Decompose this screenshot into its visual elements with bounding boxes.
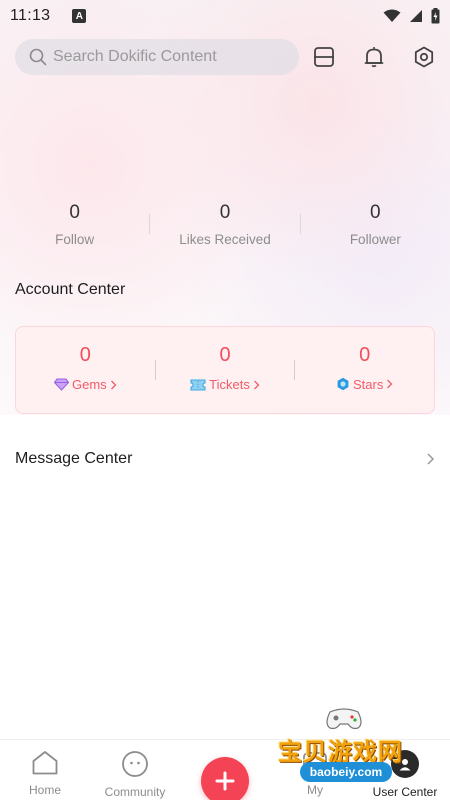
nav-home-label: Home (28, 783, 61, 797)
stat-label: Follower (349, 231, 401, 247)
gems-link: Gems (54, 377, 117, 392)
nav-community[interactable]: Community (90, 740, 180, 799)
wallet-tickets[interactable]: 0 Tickets (156, 344, 295, 396)
avatar-icon (391, 750, 419, 778)
status-time: 11:13 (10, 7, 51, 24)
plus-icon (215, 771, 235, 791)
scan-icon[interactable] (313, 46, 335, 68)
stars-value: 0 (359, 343, 371, 366)
stars-label: Stars (353, 376, 384, 392)
create-button[interactable] (201, 757, 249, 800)
status-icons (383, 8, 440, 24)
notification-badge: A (72, 9, 87, 23)
tickets-value: 0 (219, 344, 231, 367)
nav-user-center[interactable]: User Center (360, 740, 450, 799)
stars-link: Stars (336, 377, 393, 392)
gems-label: Gems (72, 377, 107, 392)
tickets-link: Tickets (190, 377, 260, 392)
search-bar[interactable] (15, 39, 299, 75)
status-bar: 11:13 A (0, 0, 450, 32)
gamepad-icon (326, 708, 362, 730)
battery-icon (431, 8, 440, 24)
wallet-gems[interactable]: 0 Gems (16, 344, 155, 396)
account-center-title: Account Center (15, 281, 126, 298)
search-row (15, 39, 435, 75)
home-icon (32, 751, 58, 775)
signal-icon (410, 10, 422, 22)
chevron-right-icon (110, 380, 117, 389)
stat-value: 0 (69, 201, 80, 223)
stat-follower[interactable]: 0 Follower (301, 202, 450, 247)
gem-icon (54, 378, 69, 391)
nav-user-center-label: User Center (372, 785, 438, 799)
profile-stats: 0 Follow 0 Likes Received 0 Follower (0, 196, 450, 252)
bell-icon[interactable] (363, 46, 385, 68)
stat-follow[interactable]: 0 Follow (0, 202, 149, 247)
ticket-icon (190, 379, 206, 391)
my-icon (303, 752, 327, 774)
community-icon (122, 751, 148, 777)
chevron-right-icon (387, 379, 393, 389)
settings-icon[interactable] (413, 46, 435, 68)
message-center-label: Message Center (15, 450, 133, 467)
nav-create[interactable] (180, 740, 270, 800)
message-center-row[interactable]: Message Center (15, 446, 435, 472)
top-icons (313, 46, 435, 68)
chevron-right-icon (427, 453, 435, 465)
stat-value: 0 (219, 201, 231, 223)
nav-my-label: My (307, 783, 323, 797)
account-center-card: 0 Gems 0 Tickets 0 Stars (15, 326, 435, 414)
stat-likes-received[interactable]: 0 Likes Received (150, 202, 299, 247)
wifi-icon (383, 9, 401, 22)
chevron-right-icon (253, 380, 260, 390)
search-icon (29, 48, 47, 66)
bottom-nav: Home Community My User Center (0, 739, 450, 800)
tickets-label: Tickets (209, 377, 250, 393)
star-icon (337, 378, 349, 391)
nav-my[interactable]: My (270, 740, 360, 797)
stat-label: Likes Received (179, 231, 271, 247)
wallet-stars[interactable]: 0 Stars (295, 344, 434, 397)
nav-home[interactable]: Home (0, 740, 90, 797)
stat-value: 0 (370, 201, 381, 223)
nav-community-label: Community (104, 785, 166, 799)
stat-label: Follow (55, 231, 95, 247)
gems-value: 0 (79, 344, 91, 366)
search-input[interactable] (53, 48, 283, 66)
